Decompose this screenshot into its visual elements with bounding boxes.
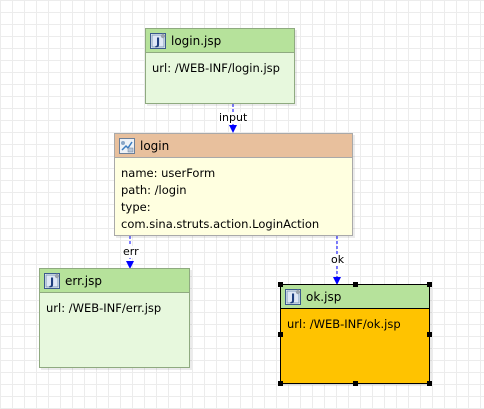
node-login-action-path: path: /login [121, 183, 187, 197]
node-ok-jsp-header: J ok.jsp [281, 285, 429, 309]
node-ok-jsp[interactable]: J ok.jsp url: /WEB-INF/ok.jsp [280, 284, 430, 384]
node-login-action-type: type: com.sina.struts.action.LoginAction [121, 200, 320, 231]
jsp-file-icon: J [285, 288, 301, 305]
node-login-action[interactable]: login name: userForm path: /login type: … [114, 133, 353, 236]
node-login-jsp[interactable]: J login.jsp url: /WEB-INF/login.jsp [145, 28, 295, 104]
node-login-jsp-body: url: /WEB-INF/login.jsp [146, 53, 294, 84]
node-login-action-title: login [140, 138, 170, 153]
node-err-jsp-body: url: /WEB-INF/err.jsp [40, 293, 189, 324]
action-mapping-icon [119, 137, 135, 154]
selection-handle-top-center[interactable] [353, 282, 358, 287]
node-login-action-header: login [115, 134, 352, 158]
node-login-jsp-header: J login.jsp [146, 29, 294, 53]
selection-handle-middle-right[interactable] [427, 332, 432, 337]
node-login-jsp-title: login.jsp [171, 33, 222, 48]
selection-handle-bottom-right[interactable] [427, 381, 432, 386]
svg-text:J: J [49, 275, 54, 288]
selection-handle-bottom-center[interactable] [353, 381, 358, 386]
svg-text:J: J [155, 35, 160, 48]
node-login-action-body: name: userForm path: /login type: com.si… [115, 158, 352, 240]
svg-text:J: J [290, 291, 295, 304]
selection-handle-middle-left[interactable] [278, 332, 283, 337]
node-err-jsp-title: err.jsp [65, 273, 102, 288]
node-login-action-name: name: userForm [121, 166, 216, 180]
selection-handle-top-left[interactable] [278, 282, 283, 287]
node-err-jsp-url: url: /WEB-INF/err.jsp [46, 301, 162, 315]
node-ok-jsp-url: url: /WEB-INF/ok.jsp [287, 317, 401, 331]
edge-label-input: input [218, 111, 249, 124]
edge-label-ok: ok [330, 253, 346, 266]
edge-label-err: err [122, 245, 140, 258]
node-ok-jsp-title: ok.jsp [306, 289, 342, 304]
node-ok-jsp-body: url: /WEB-INF/ok.jsp [281, 309, 429, 340]
selection-handle-bottom-left[interactable] [278, 381, 283, 386]
node-login-jsp-url: url: /WEB-INF/login.jsp [152, 61, 280, 75]
node-err-jsp[interactable]: J err.jsp url: /WEB-INF/err.jsp [39, 268, 190, 368]
node-err-jsp-header: J err.jsp [40, 269, 189, 293]
selection-handle-top-right[interactable] [427, 282, 432, 287]
jsp-file-icon: J [44, 272, 60, 289]
jsp-file-icon: J [150, 32, 166, 49]
